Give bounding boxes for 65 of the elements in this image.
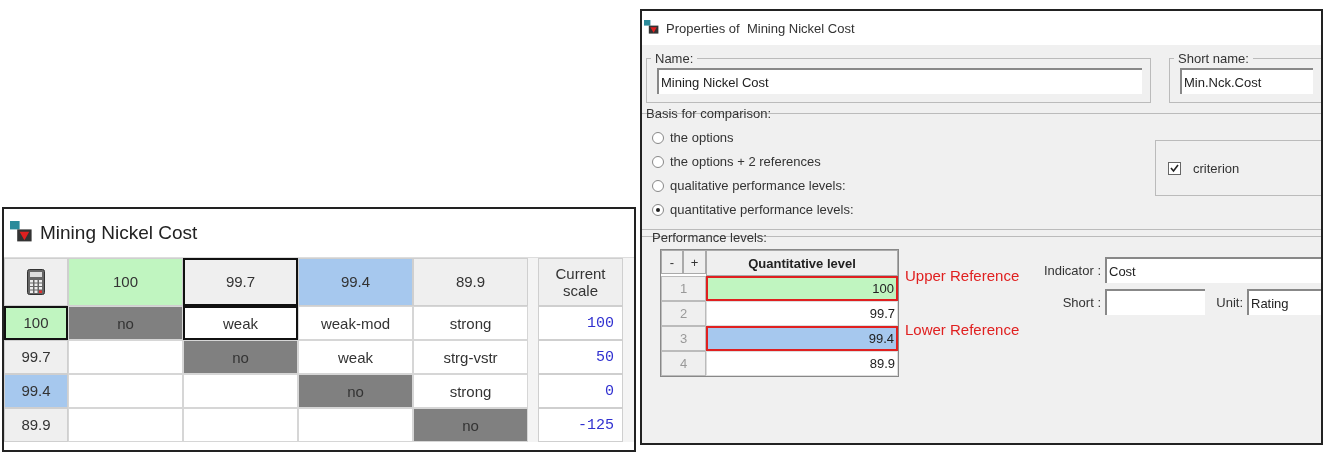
- radio-label[interactable]: the options: [670, 130, 734, 145]
- radio-label[interactable]: qualitative performance levels:: [670, 178, 846, 193]
- column-header[interactable]: 99.7: [183, 258, 298, 306]
- row-header[interactable]: 100: [4, 306, 68, 340]
- radio-button[interactable]: [652, 155, 664, 168]
- judgment-cell[interactable]: [68, 408, 183, 442]
- judgment-cell[interactable]: [298, 408, 413, 442]
- radio-button[interactable]: [652, 131, 664, 144]
- checkbox[interactable]: [1168, 161, 1181, 175]
- column-header[interactable]: 100: [68, 258, 183, 306]
- row-number: 1: [661, 276, 706, 301]
- field-label: Name:: [654, 51, 695, 66]
- column-header: Quantitative level: [706, 250, 898, 276]
- level-cell[interactable]: 99.7: [706, 301, 898, 326]
- scale-cell: 0: [538, 374, 623, 408]
- row-number: 4: [661, 351, 706, 376]
- judgment-cell[interactable]: weak: [298, 340, 413, 374]
- group-label: Performance levels:: [652, 230, 768, 245]
- name-field[interactable]: Mining Nickel Cost: [657, 68, 1142, 94]
- indicator-field[interactable]: Cost: [1105, 257, 1321, 283]
- short-field[interactable]: [1105, 289, 1205, 315]
- add-button[interactable]: +: [683, 250, 706, 274]
- remove-button[interactable]: -: [661, 250, 683, 274]
- field-label: Unit:: [1215, 294, 1243, 310]
- judgment-cell[interactable]: [68, 374, 183, 408]
- field-label: Short name:: [1177, 51, 1250, 66]
- short-name-field[interactable]: Min.Nck.Cost: [1180, 68, 1313, 94]
- app-icon: [644, 20, 660, 36]
- judgment-cell[interactable]: weak: [183, 306, 298, 340]
- row-number: 3: [661, 326, 706, 351]
- judgment-cell[interactable]: [183, 374, 298, 408]
- radio-button[interactable]: [652, 179, 664, 192]
- calculator-button[interactable]: [4, 258, 68, 306]
- judgment-cell[interactable]: weak-mod: [298, 306, 413, 340]
- judgment-cell[interactable]: strong: [413, 374, 528, 408]
- column-header[interactable]: 99.4: [298, 258, 413, 306]
- scale-cell: 50: [538, 340, 623, 374]
- column-header[interactable]: 89.9: [413, 258, 528, 306]
- judgment-cell[interactable]: [68, 340, 183, 374]
- row-header[interactable]: 89.9: [4, 408, 68, 442]
- unit-field[interactable]: Rating: [1247, 289, 1321, 315]
- window-title: Properties of Mining Nickel Cost: [666, 20, 855, 36]
- radio-button[interactable]: [652, 203, 664, 216]
- row-header[interactable]: 99.4: [4, 374, 68, 408]
- radio-label[interactable]: quantitative performance levels:: [670, 202, 854, 217]
- checkbox-label[interactable]: criterion: [1193, 160, 1240, 176]
- scale-cell: -125: [538, 408, 623, 442]
- annotation-label: Upper Reference: [905, 266, 1021, 286]
- level-cell[interactable]: 100: [706, 276, 898, 301]
- window-title: Mining Nickel Cost: [40, 222, 198, 244]
- row-header[interactable]: 99.7: [4, 340, 68, 374]
- judgment-cell[interactable]: strg-vstr: [413, 340, 528, 374]
- level-cell[interactable]: 99.4: [706, 326, 898, 351]
- calculator-icon: [27, 269, 45, 295]
- judgment-cell[interactable]: [183, 408, 298, 442]
- row-number: 2: [661, 301, 706, 326]
- radio-label[interactable]: the options + 2 references: [670, 154, 821, 169]
- level-cell[interactable]: 89.9: [706, 351, 898, 376]
- field-label: Short :: [1061, 294, 1101, 310]
- judgment-cell[interactable]: strong: [413, 306, 528, 340]
- group-label: Basis for comparison:: [646, 106, 772, 121]
- scale-cell: 100: [538, 306, 623, 340]
- annotation-label: Lower Reference: [905, 320, 1021, 340]
- field-label: Indicator :: [1042, 262, 1101, 278]
- scale-header: Current scale: [538, 258, 623, 306]
